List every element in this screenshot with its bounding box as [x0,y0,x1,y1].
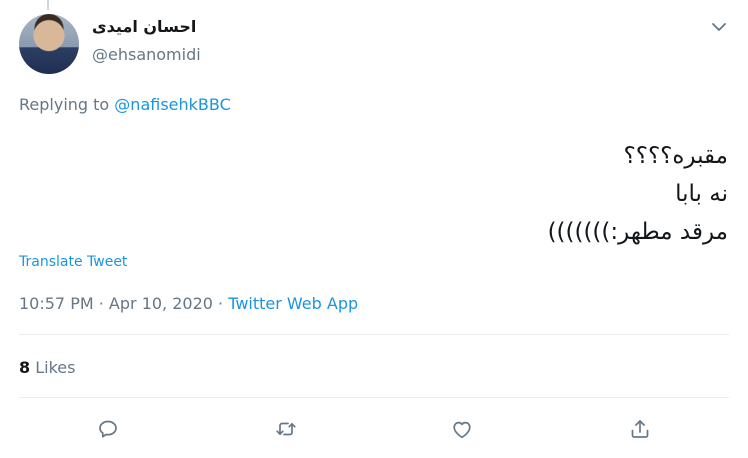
meta-separator: · [93,294,109,313]
share-icon [631,420,649,438]
tweet-line: مقبره؟؟؟؟ [623,143,728,169]
avatar[interactable] [19,14,79,74]
likes-count: 8 [19,358,31,377]
replying-to-link[interactable]: @nafisehkBBC [114,95,230,114]
tweet-text: مقبره؟؟؟؟ نه بابا مرقد مطهر:))))))) [128,137,728,251]
retweet-icon [276,422,296,436]
tweet-line: مرقد مطهر:))))))) [547,219,728,245]
reply-button[interactable] [93,414,123,444]
user-handle[interactable]: @ehsanomidi [92,45,201,64]
display-name[interactable]: احسان امیدی [92,17,196,36]
tweet-source-link[interactable]: Twitter Web App [228,294,358,313]
chevron-down-icon [712,23,726,31]
meta-separator: · [212,294,229,313]
tweet-date[interactable]: Apr 10, 2020 [109,294,213,313]
reply-icon [99,420,117,438]
divider [19,397,729,398]
share-button[interactable] [625,414,655,444]
likes-label: Likes [35,358,76,377]
tweet-time[interactable]: 10:57 PM [19,294,94,313]
like-icon [453,421,471,439]
more-options-caret[interactable] [709,17,729,37]
likes-count-link[interactable]: 8 Likes [19,358,75,377]
like-button[interactable] [447,414,477,444]
replying-to: Replying to @nafisehkBBC [19,95,231,114]
thread-connector-line [47,0,49,10]
retweet-button[interactable] [271,414,301,444]
translate-tweet-link[interactable]: Translate Tweet [19,254,127,270]
divider [19,334,729,335]
tweet-meta: 10:57 PM · Apr 10, 2020 · Twitter Web Ap… [19,294,358,313]
replying-to-label: Replying to [19,95,110,114]
tweet-line: نه بابا [675,181,728,207]
